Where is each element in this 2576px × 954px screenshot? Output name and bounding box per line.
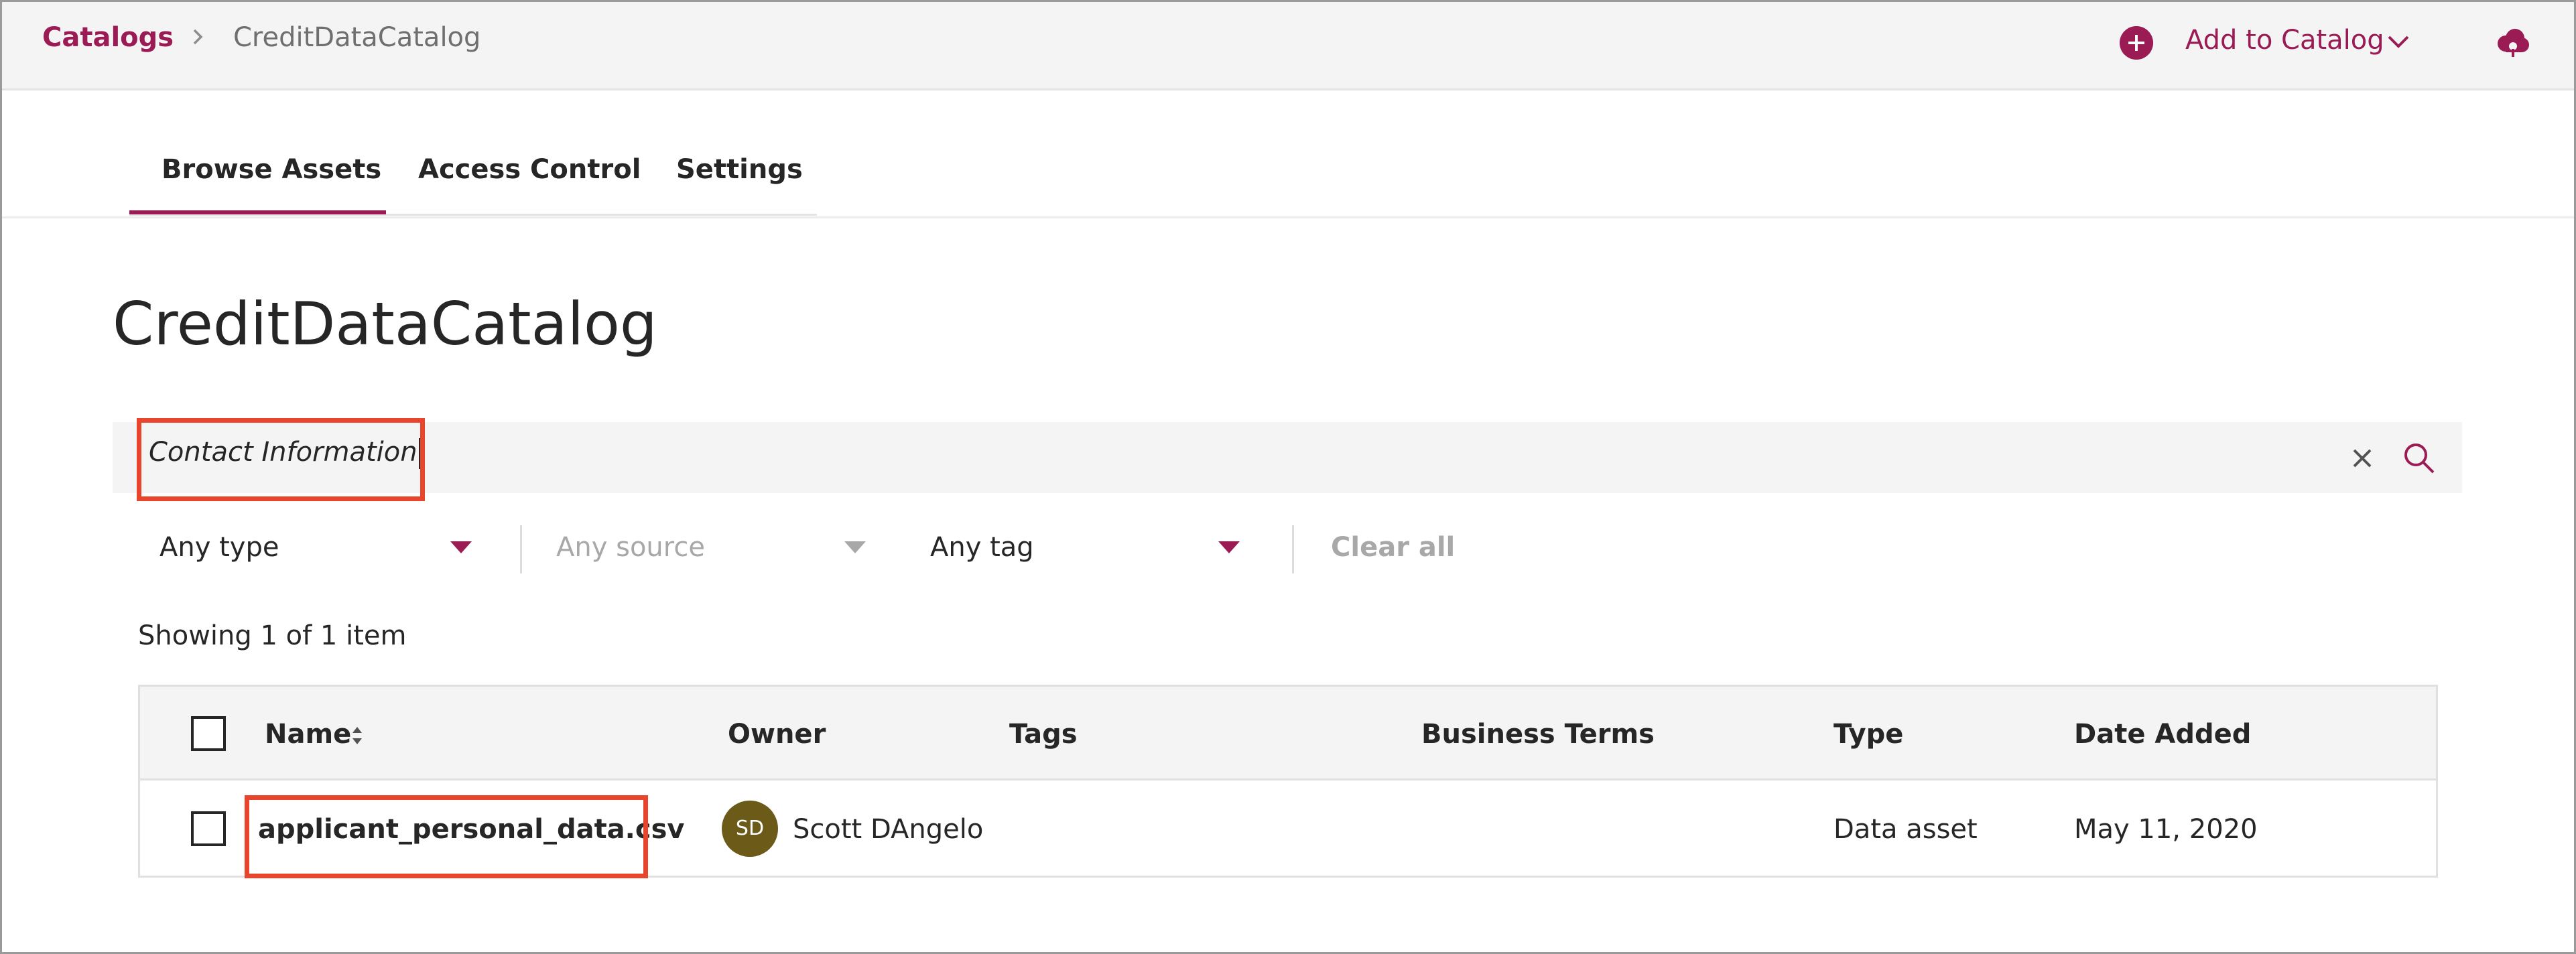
date-added: May 11, 2020: [2074, 814, 2258, 845]
avatar: SD: [722, 801, 778, 857]
filter-divider: [520, 525, 522, 573]
breadcrumb-current: CreditDataCatalog: [233, 22, 481, 53]
filter-divider: [1292, 525, 1294, 573]
column-header-type: Type: [1833, 719, 1904, 750]
row-checkbox[interactable]: [191, 811, 226, 846]
column-header-tags: Tags: [1009, 719, 1078, 750]
column-header-name[interactable]: Name: [265, 719, 351, 750]
caret-down-icon[interactable]: [1218, 541, 1240, 555]
owner-name: Scott DAngelo: [793, 814, 984, 845]
caret-down-icon[interactable]: [450, 541, 472, 555]
select-all-checkbox[interactable]: [191, 716, 226, 751]
tab-browse-assets[interactable]: Browse Assets: [162, 154, 381, 185]
add-circle-icon[interactable]: [2120, 26, 2153, 60]
sort-icon[interactable]: [350, 724, 365, 747]
tag-filter-dropdown[interactable]: Any tag: [930, 532, 1034, 563]
table-header: Name Owner Tags Business Terms Type Date…: [140, 687, 2436, 780]
tab-access-control[interactable]: Access Control: [418, 154, 641, 185]
source-filter-dropdown[interactable]: Any source: [556, 532, 705, 563]
results-count: Showing 1 of 1 item: [138, 620, 407, 651]
column-header-date-added: Date Added: [2074, 719, 2252, 750]
close-icon[interactable]: [2349, 445, 2376, 472]
active-tab-indicator: [129, 210, 386, 214]
search-highlight-box: [137, 418, 425, 501]
chevron-down-icon[interactable]: [2385, 31, 2412, 52]
asset-type: Data asset: [1833, 814, 1978, 845]
chevron-right-icon: [193, 29, 203, 45]
column-header-business-terms: Business Terms: [1421, 719, 1655, 750]
cloud-icon[interactable]: [2495, 26, 2531, 60]
tab-settings[interactable]: Settings: [676, 154, 803, 185]
breadcrumb-catalogs-link[interactable]: Catalogs: [42, 22, 174, 53]
tabs-divider: [2, 216, 2574, 218]
search-icon[interactable]: [2402, 441, 2437, 476]
column-header-owner: Owner: [728, 719, 826, 750]
clear-all-button[interactable]: Clear all: [1331, 532, 1455, 563]
page-title: CreditDataCatalog: [113, 289, 657, 358]
add-to-catalog-button[interactable]: Add to Catalog: [2185, 25, 2384, 56]
assets-table: Name Owner Tags Business Terms Type Date…: [138, 685, 2438, 878]
top-header: Catalogs CreditDataCatalog Add to Catalo…: [2, 2, 2574, 90]
search-bar[interactable]: [113, 422, 2462, 493]
asset-highlight-box: [245, 795, 648, 878]
caret-down-icon[interactable]: [844, 541, 866, 555]
type-filter-dropdown[interactable]: Any type: [159, 532, 279, 563]
tab-bar: Browse Assets Access Control Settings: [129, 141, 817, 216]
